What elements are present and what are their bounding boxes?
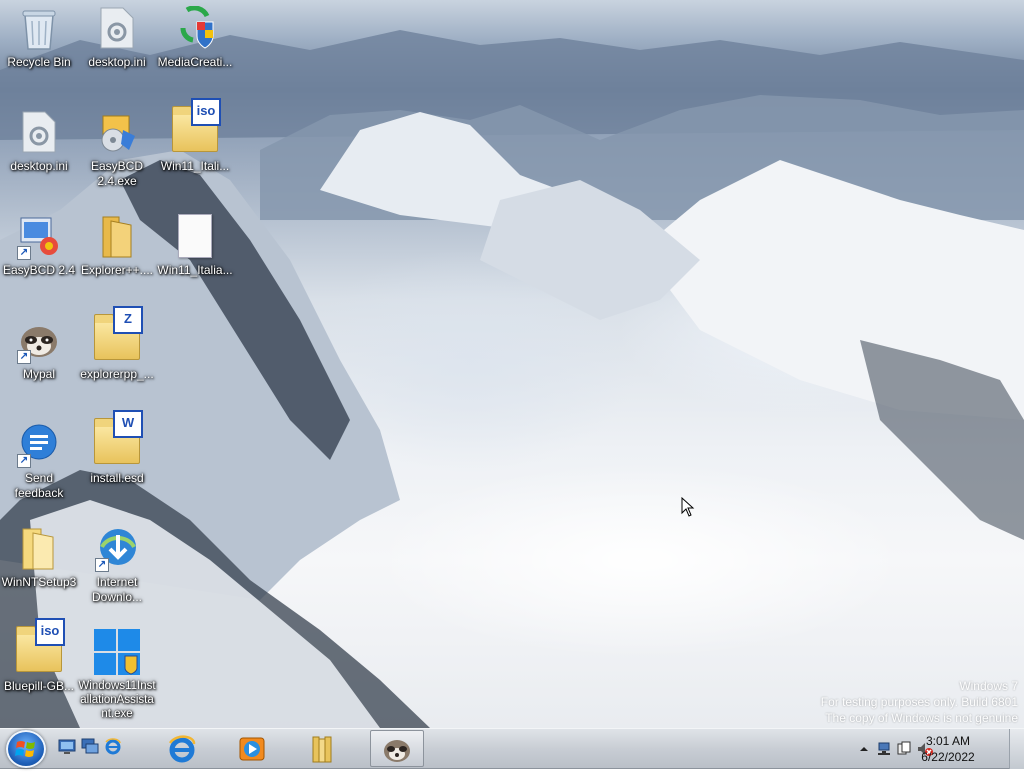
switch-windows-quick-button[interactable] [81, 737, 99, 755]
network-tray-button[interactable] [877, 741, 891, 757]
media-player-icon [239, 737, 265, 761]
installer-icon [93, 108, 141, 156]
shortcut-arrow-icon: ↗ [95, 558, 109, 572]
folder-icon [15, 524, 63, 572]
windows-watermark: Windows 7 For testing purposes only. Bui… [821, 678, 1018, 726]
clock-date: 6/22/2022 [921, 750, 975, 764]
desktop-icon-winntsetup3[interactable]: WinNTSetup3 [0, 520, 78, 620]
desktop-icon-label: Internet Downlo... [91, 575, 143, 604]
switch-windows-icon [81, 738, 99, 754]
watermark-genuine: The copy of Windows is not genuine [825, 711, 1018, 725]
internet-explorer-small-icon [105, 738, 121, 755]
desktop-icon-easybcd-exe[interactable]: EasyBCD 2.4.exe [78, 104, 156, 204]
watermark-build: For testing purposes only. Build 6801 [820, 695, 1018, 709]
recycle-bin-icon [15, 4, 63, 52]
iso-badge: iso [191, 98, 221, 126]
media-creation-tool-icon [171, 4, 219, 52]
network-icon [878, 742, 890, 755]
word-badge: W [113, 410, 143, 438]
desktop-icon-desktop-ini-2[interactable]: desktop.ini [0, 104, 78, 204]
desktop-icon-send-feedback[interactable]: ↗ Send feedback [0, 416, 78, 516]
desktop-icon-label: Send feedback [14, 471, 64, 500]
desktop-icon-label: EasyBCD 2.4 [2, 263, 76, 277]
desktop-icon-label: MediaCreati... [157, 55, 233, 69]
desktop-icon-label: Explorer++.... [80, 263, 154, 277]
desktop-icon-label: Mypal [22, 367, 55, 381]
show-hidden-icons-button[interactable] [857, 741, 871, 757]
desktop-icon-label: explorerpp_... [80, 367, 154, 381]
start-button[interactable] [6, 730, 46, 768]
desktop-icon-label: desktop.ini [10, 159, 68, 173]
zip-badge: Z [113, 306, 143, 334]
clock-time: 3:01 AM [925, 734, 971, 748]
desktop-icon-windows11-installation-assistant[interactable]: Windows11InstallationAssistant.exe [78, 624, 156, 728]
desktop-icon-explorerpp-folder[interactable]: Explorer++.... [78, 208, 156, 308]
desktop-icon-label: install.esd [90, 471, 144, 485]
desktop-icon-win11-iso[interactable]: iso Win11_Itali... [156, 98, 234, 204]
easybcd-icon: ↗ [15, 212, 63, 260]
desktop[interactable]: Recycle Bin desktop.ini ↗ EasyBCD 2.4 ↗ … [0, 0, 1024, 728]
iso-file-icon: iso [171, 98, 221, 156]
settings-file-icon [15, 108, 63, 156]
zip-archive-icon: Z [93, 306, 143, 364]
show-desktop-button[interactable] [1009, 729, 1024, 769]
taskbar-mypal-active[interactable] [370, 730, 424, 767]
taskbar-media-player[interactable] [226, 730, 280, 767]
action-center-tray-button[interactable] [897, 741, 911, 757]
mypal-taskbar-icon [384, 740, 410, 762]
desktop-icon-label: Recycle Bin [7, 55, 71, 69]
word-file-icon: W [93, 410, 143, 468]
windows-orb-icon [15, 741, 35, 757]
internet-explorer-quick-button[interactable] [104, 737, 122, 755]
shortcut-arrow-icon: ↗ [17, 246, 31, 260]
mouse-cursor-icon [681, 497, 695, 517]
desktop-icon-label: Win11_Italia... [157, 263, 233, 277]
action-center-icon [897, 741, 911, 755]
show-hidden-icons-chevron [860, 747, 868, 751]
taskbar-clock[interactable]: 3:01 AM 6/22/2022 [916, 733, 980, 765]
desktop-icon-install-esd[interactable]: W install.esd [78, 410, 156, 516]
folder-icon [93, 212, 141, 260]
system-tray: 3:01 AM 6/22/2022 [849, 729, 1024, 769]
feedback-icon: ↗ [15, 420, 63, 468]
desktop-icon-recycle-bin[interactable]: Recycle Bin [0, 0, 78, 100]
desktop-icon-mypal[interactable]: ↗ Mypal [0, 312, 78, 412]
internet-explorer-icon [168, 735, 196, 763]
desktop-icon-bluepill-iso[interactable]: iso Bluepill-GB... [0, 618, 78, 724]
show-desktop-quick-button[interactable] [58, 737, 76, 755]
desktop-icon-label: desktop.ini [88, 55, 146, 69]
taskbar: 3:01 AM 6/22/2022 [0, 728, 1024, 769]
desktop-icon-desktop-ini-1[interactable]: desktop.ini [78, 0, 156, 100]
shortcut-arrow-icon: ↗ [17, 350, 31, 364]
show-desktop-icon [58, 739, 76, 754]
desktop-icon-explorerpp-zip[interactable]: Z explorerpp_... [78, 306, 156, 412]
desktop-icon-label: Bluepill-GB... [3, 679, 75, 693]
desktop-icon-win11-blank-file[interactable]: Win11_Italia... [156, 208, 234, 308]
raccoon-browser-icon: ↗ [15, 316, 63, 364]
taskbar-internet-explorer[interactable] [156, 730, 210, 767]
internet-download-manager-icon: ↗ [93, 524, 141, 572]
taskbar-windows-explorer[interactable] [296, 730, 350, 767]
windows-logo-icon [93, 628, 141, 676]
library-folder-icon [312, 736, 332, 763]
iso-badge: iso [35, 618, 65, 646]
desktop-icon-label: EasyBCD 2.4.exe [90, 159, 143, 188]
desktop-icon-label: Win11_Itali... [160, 159, 230, 173]
desktop-icon-easybcd-shortcut[interactable]: ↗ EasyBCD 2.4 [0, 208, 78, 308]
blank-file-icon [171, 212, 219, 260]
iso-file-icon: iso [15, 618, 65, 676]
settings-file-icon [93, 4, 141, 52]
desktop-icon-internet-download-manager[interactable]: ↗ Internet Downlo... [78, 520, 156, 620]
desktop-icon-label: WinNTSetup3 [1, 575, 77, 589]
desktop-icon-media-creation-tool[interactable]: MediaCreati... [156, 0, 234, 100]
watermark-os: Windows 7 [959, 679, 1018, 693]
shortcut-arrow-icon: ↗ [17, 454, 31, 468]
desktop-icon-label: Windows11InstallationAssistant.exe [78, 680, 156, 720]
